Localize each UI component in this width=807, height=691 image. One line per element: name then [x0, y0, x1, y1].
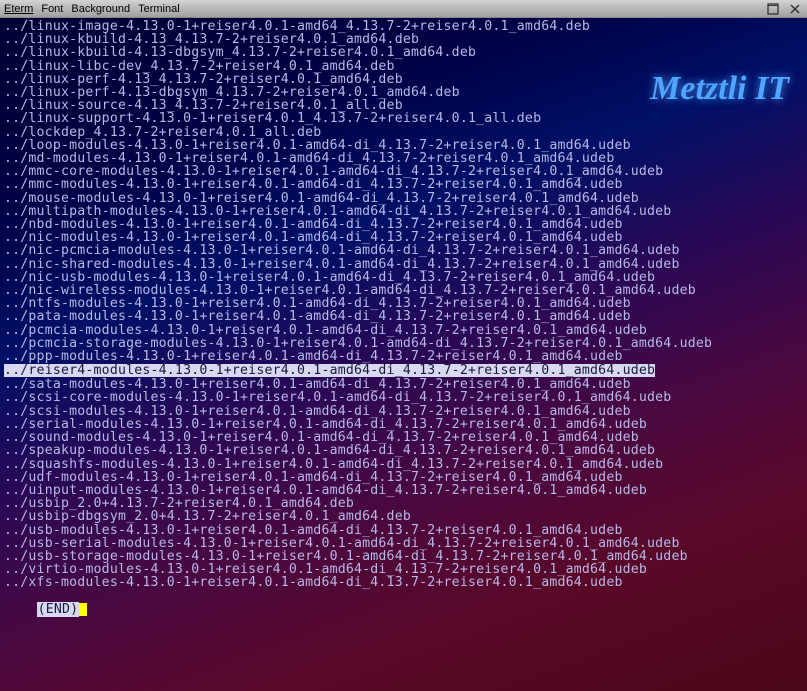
terminal-line: ../udf-modules-4.13.0-1+reiser4.0.1-amd6… [4, 471, 803, 484]
menu-eterm[interactable]: Eterm [4, 3, 33, 15]
terminal-line: ../nic-shared-modules-4.13.0-1+reiser4.0… [4, 258, 803, 271]
window-controls [765, 2, 803, 16]
terminal-line: ../nic-pcmcia-modules-4.13.0-1+reiser4.0… [4, 244, 803, 257]
terminal-line: ../linux-support-4.13.0-1+reiser4.0.1_4.… [4, 112, 803, 125]
terminal-line: ../linux-libc-dev_4.13.7-2+reiser4.0.1_a… [4, 60, 803, 73]
terminal-line: ../speakup-modules-4.13.0-1+reiser4.0.1-… [4, 444, 803, 457]
terminal-line: ../lockdep_4.13.7-2+reiser4.0.1_all.deb [4, 126, 803, 139]
terminal-output: ../linux-image-4.13.0-1+reiser4.0.1-amd6… [4, 20, 803, 590]
terminal-line: ../pcmcia-modules-4.13.0-1+reiser4.0.1-a… [4, 324, 803, 337]
terminal-line: ../pata-modules-4.13.0-1+reiser4.0.1-amd… [4, 310, 803, 323]
terminal-line: ../mmc-modules-4.13.0-1+reiser4.0.1-amd6… [4, 178, 803, 191]
menu-terminal[interactable]: Terminal [138, 3, 180, 15]
close-icon[interactable] [787, 2, 803, 16]
window-menu: Eterm Font Background Terminal [4, 3, 180, 15]
terminal-line: ../usbip-dbgsym_2.0+4.13.7-2+reiser4.0.1… [4, 510, 803, 523]
menu-font[interactable]: Font [41, 3, 63, 15]
end-text: (END) [37, 602, 80, 617]
terminal-line: ../ppp-modules-4.13.0-1+reiser4.0.1-amd6… [4, 350, 803, 363]
terminal-line: ../reiser4-modules-4.13.0-1+reiser4.0.1-… [4, 364, 655, 377]
titlebar: Eterm Font Background Terminal [0, 0, 807, 18]
terminal-line: ../usb-modules-4.13.0-1+reiser4.0.1-amd6… [4, 524, 803, 537]
maximize-icon[interactable] [765, 2, 781, 16]
pager-end-marker: (END) [4, 590, 87, 630]
terminal-line: ../xfs-modules-4.13.0-1+reiser4.0.1-amd6… [4, 576, 803, 589]
terminal-area[interactable]: Metztli IT ../linux-image-4.13.0-1+reise… [0, 18, 807, 691]
terminal-line: ../linux-kbuild-4.13-dbgsym_4.13.7-2+rei… [4, 46, 803, 59]
terminal-line: ../usb-serial-modules-4.13.0-1+reiser4.0… [4, 537, 803, 550]
terminal-line: ../scsi-modules-4.13.0-1+reiser4.0.1-amd… [4, 405, 803, 418]
terminal-line: ../squashfs-modules-4.13.0-1+reiser4.0.1… [4, 458, 803, 471]
menu-background[interactable]: Background [71, 3, 130, 15]
terminal-line: ../mouse-modules-4.13.0-1+reiser4.0.1-am… [4, 192, 803, 205]
terminal-line: ../scsi-core-modules-4.13.0-1+reiser4.0.… [4, 391, 803, 404]
cursor [79, 603, 87, 616]
